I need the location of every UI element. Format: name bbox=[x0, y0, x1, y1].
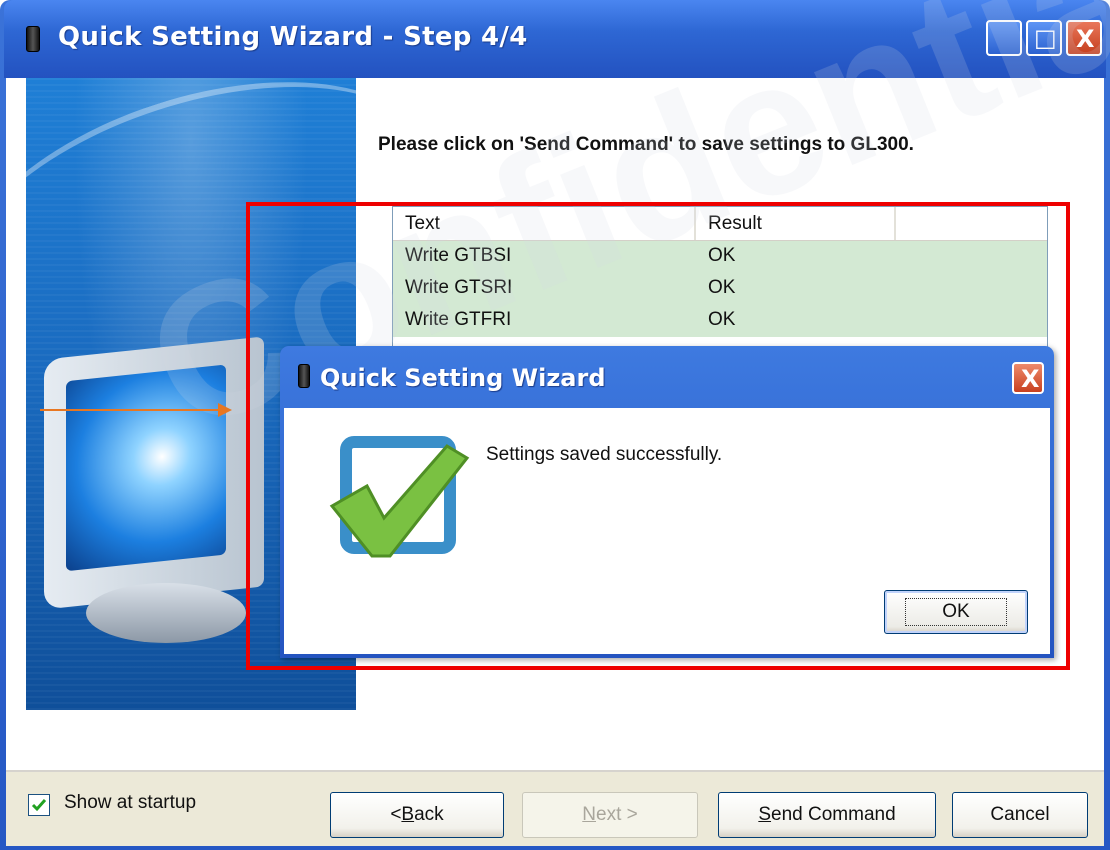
back-button-prefix: < bbox=[390, 804, 402, 825]
list-item-result: OK bbox=[708, 277, 736, 298]
instruction-text: Please click on 'Send Command' to save s… bbox=[378, 134, 914, 155]
close-icon: X bbox=[1076, 25, 1095, 53]
back-button-accesskey: B bbox=[401, 804, 415, 825]
ok-button[interactable]: OK bbox=[884, 590, 1028, 634]
close-icon: X bbox=[1021, 365, 1040, 393]
monitor-stand bbox=[86, 583, 246, 643]
checkmark-icon bbox=[31, 799, 47, 812]
column-header-result[interactable]: Result bbox=[696, 207, 896, 240]
annotation-arrow-head-icon bbox=[218, 403, 232, 417]
minimize-button[interactable]: _ bbox=[986, 20, 1022, 56]
list-header: Text Result bbox=[393, 207, 1047, 241]
back-button[interactable]: < Back bbox=[330, 792, 504, 838]
show-at-startup-checkbox[interactable] bbox=[28, 794, 50, 816]
annotation-arrow-line bbox=[40, 409, 222, 411]
close-button[interactable]: X bbox=[1066, 20, 1102, 56]
cancel-button[interactable]: Cancel bbox=[952, 792, 1088, 838]
back-button-label: ack bbox=[414, 804, 444, 825]
list-item[interactable]: Write GTBSI OK bbox=[393, 241, 1047, 273]
dialog-app-icon bbox=[298, 364, 310, 388]
list-item-result: OK bbox=[708, 245, 736, 266]
app-icon bbox=[26, 26, 40, 52]
maximize-button[interactable]: □ bbox=[1026, 20, 1062, 56]
next-button-label: ext > bbox=[596, 804, 638, 825]
show-at-startup-label[interactable]: Show at startup bbox=[64, 792, 196, 814]
next-button-accesskey: N bbox=[582, 804, 596, 825]
dialog-message: Settings saved successfully. bbox=[486, 444, 723, 465]
success-dialog: Quick Setting Wizard X Settings saved su… bbox=[280, 346, 1054, 658]
list-item-text: Write GTFRI bbox=[405, 309, 512, 330]
next-button[interactable]: Next > bbox=[522, 792, 698, 838]
column-header-text[interactable]: Text bbox=[393, 207, 696, 240]
list-item-text: Write GTBSI bbox=[405, 245, 512, 266]
dialog-body: Settings saved successfully. OK bbox=[284, 408, 1050, 654]
dialog-close-button[interactable]: X bbox=[1012, 362, 1044, 394]
window-title: Quick Setting Wizard - Step 4/4 bbox=[58, 22, 528, 52]
monitor-screen bbox=[66, 364, 226, 572]
dialog-title: Quick Setting Wizard bbox=[320, 364, 606, 392]
maximize-icon: □ bbox=[1034, 24, 1057, 52]
list-item-result: OK bbox=[708, 309, 736, 330]
list-item-text: Write GTSRI bbox=[405, 277, 513, 298]
send-command-label: end Command bbox=[771, 804, 896, 825]
list-item[interactable]: Write GTFRI OK bbox=[393, 305, 1047, 337]
checkmark-icon bbox=[329, 444, 470, 558]
wizard-footer: Show at startup < Back Next > Send Comma… bbox=[6, 772, 1104, 846]
list-item[interactable]: Write GTSRI OK bbox=[393, 273, 1047, 305]
minimize-icon: _ bbox=[997, 32, 1007, 56]
column-header-empty[interactable] bbox=[896, 207, 1047, 240]
ok-button-label: OK bbox=[905, 598, 1007, 626]
send-command-accesskey: S bbox=[758, 804, 772, 825]
window-titlebar[interactable]: Quick Setting Wizard - Step 4/4 _ □ X bbox=[4, 0, 1106, 78]
dialog-titlebar[interactable]: Quick Setting Wizard X bbox=[284, 346, 1050, 408]
monitor-illustration bbox=[44, 336, 264, 610]
send-command-button[interactable]: Send Command bbox=[718, 792, 936, 838]
